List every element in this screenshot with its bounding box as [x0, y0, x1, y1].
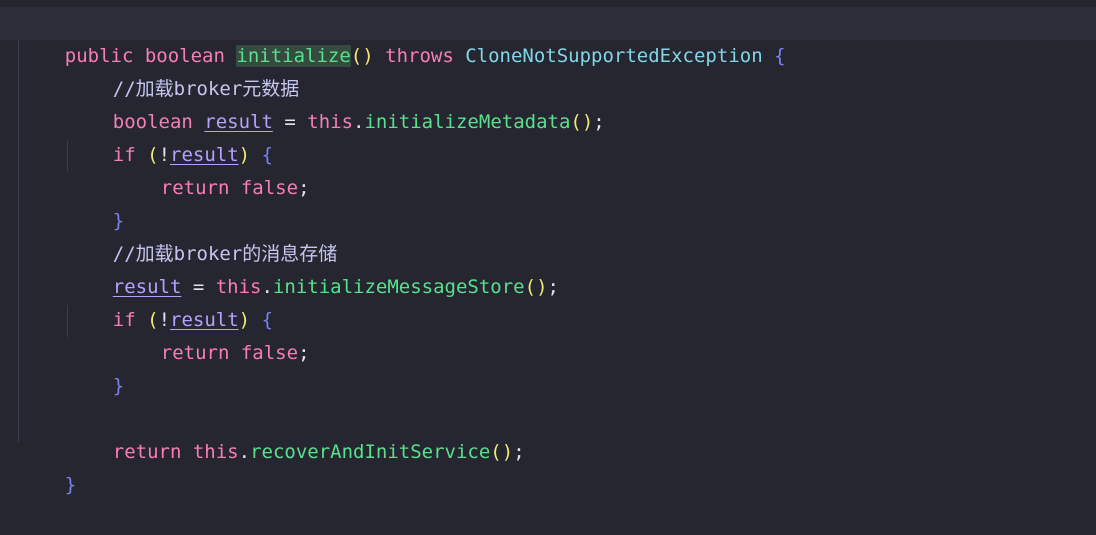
code-line-13[interactable]: return this.recoverAndInitService(); [0, 403, 1096, 463]
code-line-7[interactable]: //加载broker的消息存储 [0, 205, 1096, 265]
code-line-1[interactable]: public boolean initialize() throws Clone… [0, 7, 1096, 67]
code-line-11[interactable]: } [0, 337, 1096, 397]
code-line-8[interactable]: result = this.initializeMessageStore(); [0, 238, 1096, 298]
code-line-5[interactable]: return false; [0, 139, 1096, 199]
code-editor[interactable]: public boolean initialize() throws Clone… [0, 0, 1096, 496]
code-line-6[interactable]: } [0, 172, 1096, 232]
code-line-3[interactable]: boolean result = this.initializeMetadata… [0, 73, 1096, 133]
close-brace: } [64, 474, 77, 496]
code-line-14[interactable]: } [0, 436, 1096, 496]
code-line-2[interactable]: //加载broker元数据 [0, 40, 1096, 100]
code-line-10[interactable]: return false; [0, 304, 1096, 364]
code-line-9[interactable]: if (!result) { [0, 271, 1096, 331]
code-line-4[interactable]: if (!result) { [0, 106, 1096, 166]
code-line-12[interactable] [0, 370, 1096, 403]
